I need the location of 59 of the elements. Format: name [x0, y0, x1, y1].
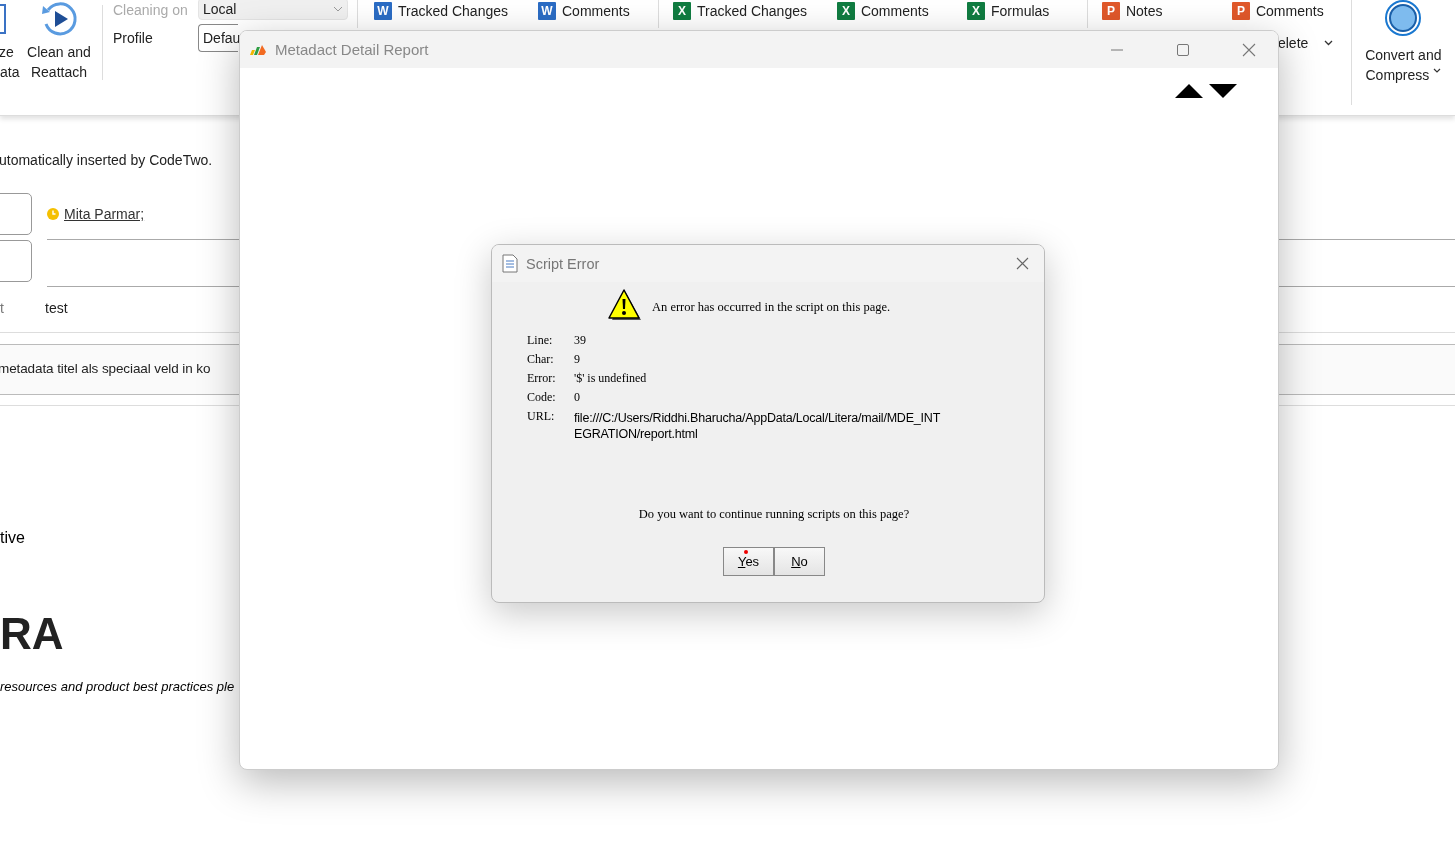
warning-icon	[608, 289, 642, 322]
body-text: tive	[0, 529, 26, 547]
detail-value: 9	[574, 351, 581, 367]
field-value: test	[45, 299, 68, 316]
close-icon	[1242, 42, 1256, 57]
ribbon-item[interactable]: P Notes	[1101, 0, 1202, 22]
down-arrow-icon[interactable]	[1209, 84, 1237, 98]
error-message: An error has occurred in the script on this page.	[652, 298, 891, 315]
play-icon	[40, 0, 78, 38]
window-title: Metadact Detail Report	[275, 41, 429, 58]
app-badge-icon: P	[1231, 2, 1250, 20]
dropdown[interactable]: Defau	[198, 24, 238, 52]
app-badge-icon: X	[836, 2, 855, 20]
setting-label: Cleaning on	[113, 2, 189, 18]
field-label: t	[0, 299, 5, 316]
app-badge-icon: W	[374, 2, 392, 20]
bars-logo-icon	[249, 43, 267, 56]
detail-label: Code:	[527, 389, 557, 405]
clean-and-reattach-button[interactable]: Clean and Reattach	[26, 0, 92, 82]
app-badge-icon: P	[1101, 2, 1120, 20]
clock-icon	[47, 207, 59, 220]
setting-label: Profile	[113, 30, 154, 46]
ribbon-item[interactable]: X Comments	[836, 0, 937, 22]
close-icon	[1015, 257, 1029, 270]
detail-label: URL:	[527, 408, 556, 425]
detail-value: 39	[574, 332, 587, 348]
ribbon-item[interactable]: W Comments	[538, 0, 638, 22]
app-badge-icon: X	[673, 2, 691, 20]
footer-text: resources and product best practices ple	[0, 679, 236, 694]
menu-item[interactable]: elete	[1277, 35, 1309, 51]
logo-text: RA	[0, 611, 65, 657]
maximize-icon	[1177, 43, 1189, 56]
app-badge-icon: W	[538, 2, 556, 20]
ribbon-button-label[interactable]: ze ata	[0, 42, 20, 82]
dialog-button[interactable]: Yes	[723, 547, 774, 576]
chevron-icon	[1433, 68, 1442, 73]
ribbon-item[interactable]: W Tracked Changes	[374, 0, 508, 22]
detail-value: file:///C:/Users/Riddhi.Bharucha/AppData/Local/Litera/mail/MDE_INTEGRATION/report.html	[574, 410, 942, 442]
recipient-link[interactable]: Mita Parmar;	[64, 205, 145, 222]
circle-icon	[1383, 0, 1424, 38]
app-badge-icon: X	[966, 2, 985, 20]
ribbon-item[interactable]: X Tracked Changes	[673, 0, 807, 22]
chevron-icon	[1324, 40, 1334, 46]
detail-label: Error:	[527, 370, 557, 386]
convert-and-compress-button[interactable]: Convert and Compress	[1362, 0, 1445, 85]
question-text: Do you want to continue running scripts on this page?	[637, 507, 911, 522]
notice-text: utomatically inserted by CodeTwo.	[0, 151, 214, 170]
up-arrow-icon[interactable]	[1175, 84, 1203, 98]
ribbon-item[interactable]: X Formulas	[966, 0, 1067, 22]
chevron-icon	[333, 6, 343, 12]
dialog-title: Script Error	[526, 255, 600, 272]
detail-value: '$' is undefined	[574, 370, 648, 386]
input-field[interactable]	[0, 193, 32, 235]
ribbon-item[interactable]: P Comments	[1231, 0, 1332, 22]
detail-label: Line:	[527, 332, 554, 348]
detail-value: 0	[574, 389, 581, 405]
detail-label: Char:	[527, 351, 555, 367]
dialog-button[interactable]: No	[774, 547, 825, 576]
input-field[interactable]	[0, 240, 32, 282]
